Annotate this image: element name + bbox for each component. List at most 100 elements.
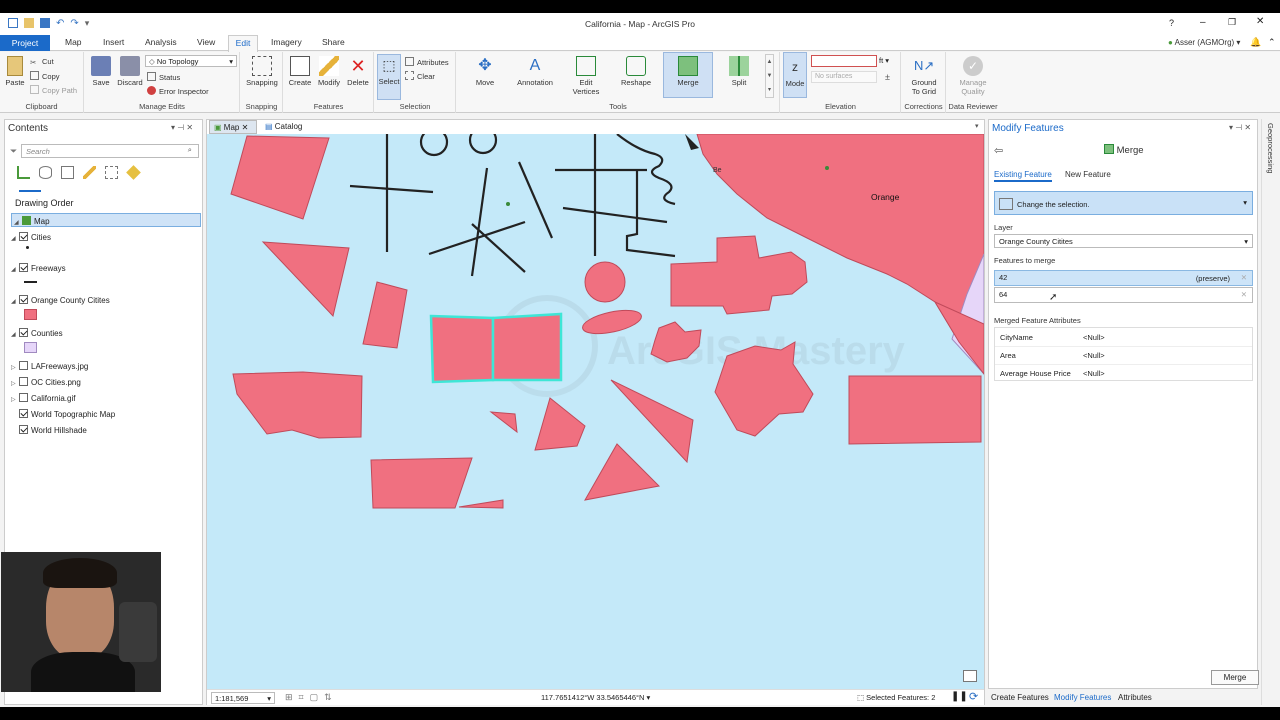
select-button[interactable]: ⬚ Select (377, 54, 401, 100)
copy-path-button[interactable]: Copy Path (30, 85, 77, 95)
city-polygon[interactable] (584, 261, 626, 303)
ribbon-collapse-icon[interactable]: ⌃ (1268, 37, 1276, 48)
catalog-tab[interactable]: ▤ Catalog (261, 120, 321, 134)
discard-edits-button[interactable]: Discard (115, 56, 145, 87)
tab-view[interactable]: View (197, 37, 215, 47)
error-inspector-button[interactable]: Error Inspector (147, 86, 209, 96)
layer-row-orange-county-cities[interactable]: ◢ Orange County Citites (11, 295, 110, 305)
cut-button[interactable]: ✂ Cut (30, 57, 54, 67)
modify-button[interactable]: Modify (314, 56, 344, 87)
contents-search-input[interactable]: Search ⌕ (21, 144, 199, 158)
selected-features-count[interactable]: ⬚ Selected Features: 2 (857, 693, 935, 702)
city-polygon[interactable] (848, 375, 982, 445)
save-edits-button[interactable]: Save (89, 56, 113, 87)
ground-to-grid-button[interactable]: N↗ Ground To Grid (904, 56, 944, 96)
help-button[interactable]: ? (1169, 18, 1174, 28)
layer-visibility-checkbox[interactable] (19, 295, 28, 304)
attribute-value-field[interactable]: <Null> (1083, 351, 1105, 360)
extent-icon[interactable]: ▢ (310, 692, 319, 703)
layer-row-california-gif[interactable]: ▷ California.gif (11, 393, 75, 403)
grid-icon[interactable]: ⌗ (299, 692, 304, 703)
back-arrow-icon[interactable]: ⇦ (994, 144, 1003, 157)
tools-gallery-scroll[interactable]: ▲ ▼ ▾ (765, 54, 774, 98)
tab-edit[interactable]: Edit (228, 35, 258, 52)
tab-insert[interactable]: Insert (103, 37, 124, 47)
maximize-button[interactable]: ❐ (1228, 17, 1236, 28)
elevation-mode-button[interactable]: z Mode (783, 52, 807, 98)
close-tab-icon[interactable]: ✕ (242, 123, 249, 132)
layer-row-freeways[interactable]: ◢ Freeways (11, 263, 66, 273)
change-selection-banner[interactable]: Change the selection. ▾ (994, 191, 1253, 215)
list-by-selection-icon[interactable] (61, 166, 74, 179)
tree-map-node[interactable]: ◢ Map (11, 213, 201, 227)
layer-visibility-checkbox[interactable] (19, 232, 28, 241)
pause-drawing-icon[interactable]: ❚❚ (951, 691, 968, 702)
map-overview-icon[interactable] (963, 670, 977, 682)
tab-map[interactable]: Map (65, 37, 82, 47)
city-polygon[interactable] (362, 281, 408, 349)
refresh-icon[interactable]: ⟳ (969, 690, 978, 703)
attributes-tab[interactable]: Attributes (1118, 693, 1152, 702)
clear-selection-button[interactable]: Clear (405, 71, 435, 81)
attribute-value-field[interactable]: <Null> (1083, 333, 1105, 342)
correction-icon[interactable]: ⇅ (324, 692, 332, 703)
layer-dropdown[interactable]: Orange County Citites ▾ (994, 234, 1253, 248)
layer-row-counties[interactable]: ◢ Counties (11, 328, 63, 338)
map-canvas[interactable]: ArcGIS Mastery (207, 134, 984, 689)
copy-button[interactable]: Copy (30, 71, 60, 81)
create-button[interactable]: Create (286, 56, 314, 87)
layer-row-lafreeways[interactable]: ▷ LAFreeways.jpg (11, 361, 88, 371)
city-polygon[interactable] (370, 457, 473, 509)
merge-feature-row-42[interactable]: 42 (preserve) ✕ (994, 270, 1253, 286)
edit-vertices-tool[interactable]: Edit Vertices (565, 56, 607, 96)
remove-feature-icon[interactable]: ✕ (1241, 273, 1247, 282)
geoprocessing-tab[interactable]: Geoprocessing (1266, 123, 1275, 173)
layer-row-world-topographic[interactable]: World Topographic Map (11, 409, 115, 419)
contents-pane-controls[interactable]: ▾ ⊣ ✕ (171, 123, 193, 132)
scale-dropdown[interactable]: 1:181,569 ▾ (211, 692, 275, 704)
topology-dropdown[interactable]: ◇ No Topology ▾ (145, 55, 237, 67)
filter-icon[interactable]: ⏷ (10, 146, 17, 157)
list-by-drawing-order-icon[interactable] (17, 166, 30, 179)
map-tab[interactable]: ▣ Map ✕ (209, 120, 257, 134)
create-features-tab[interactable]: Create Features (991, 693, 1049, 702)
fixed-zoom-icon[interactable]: ⊞ (285, 692, 293, 703)
city-polygon[interactable] (489, 411, 518, 434)
layer-visibility-checkbox[interactable] (19, 409, 28, 418)
list-by-source-icon[interactable] (39, 166, 52, 179)
remove-feature-icon[interactable]: ✕ (1241, 290, 1247, 299)
tab-share[interactable]: Share (322, 37, 345, 47)
layer-visibility-checkbox[interactable] (19, 263, 28, 272)
layer-row-world-hillshade[interactable]: World Hillshade (11, 425, 87, 435)
selected-feature-42[interactable] (429, 314, 495, 384)
attribute-value-field[interactable]: <Null> (1083, 369, 1105, 378)
reshape-tool[interactable]: Reshape (615, 56, 657, 87)
elevation-offset-icon[interactable]: ± (885, 72, 890, 82)
minimize-button[interactable]: – (1200, 17, 1206, 28)
annotation-tool[interactable]: A Annotation (513, 56, 557, 87)
city-polygon[interactable] (230, 135, 330, 220)
modify-features-tab[interactable]: Modify Features (1054, 693, 1111, 702)
user-account[interactable]: ● Asser (AGMOrg) ▾ (1168, 38, 1240, 47)
manage-quality-button[interactable]: ✓ Manage Quality (951, 56, 995, 96)
list-by-snapping-icon[interactable] (105, 166, 118, 179)
tab-analysis[interactable]: Analysis (145, 37, 177, 47)
status-button[interactable]: Status (147, 72, 180, 82)
new-feature-tab[interactable]: New Feature (1065, 170, 1111, 179)
merge-button[interactable]: Merge (1211, 670, 1259, 685)
list-by-labeling-icon[interactable] (126, 165, 141, 180)
tab-project[interactable]: Project (0, 35, 50, 51)
layer-row-cities[interactable]: ◢ Cities (11, 232, 51, 242)
layer-visibility-checkbox[interactable] (19, 361, 28, 370)
layer-visibility-checkbox[interactable] (19, 425, 28, 434)
merge-feature-row-64[interactable]: 64 ✕ (994, 287, 1253, 303)
layer-row-oc-cities-png[interactable]: ▷ OC Cities.png (11, 377, 81, 387)
close-window-button[interactable]: ✕ (1256, 16, 1264, 27)
existing-feature-tab[interactable]: Existing Feature (994, 170, 1052, 182)
city-polygon[interactable] (232, 371, 363, 439)
snapping-button[interactable]: Snapping (243, 56, 281, 87)
move-tool[interactable]: ✥ Move (465, 56, 505, 87)
split-tool[interactable]: Split (719, 56, 759, 87)
city-polygon[interactable] (458, 499, 504, 509)
delete-button[interactable]: ✕ Delete (344, 56, 372, 87)
